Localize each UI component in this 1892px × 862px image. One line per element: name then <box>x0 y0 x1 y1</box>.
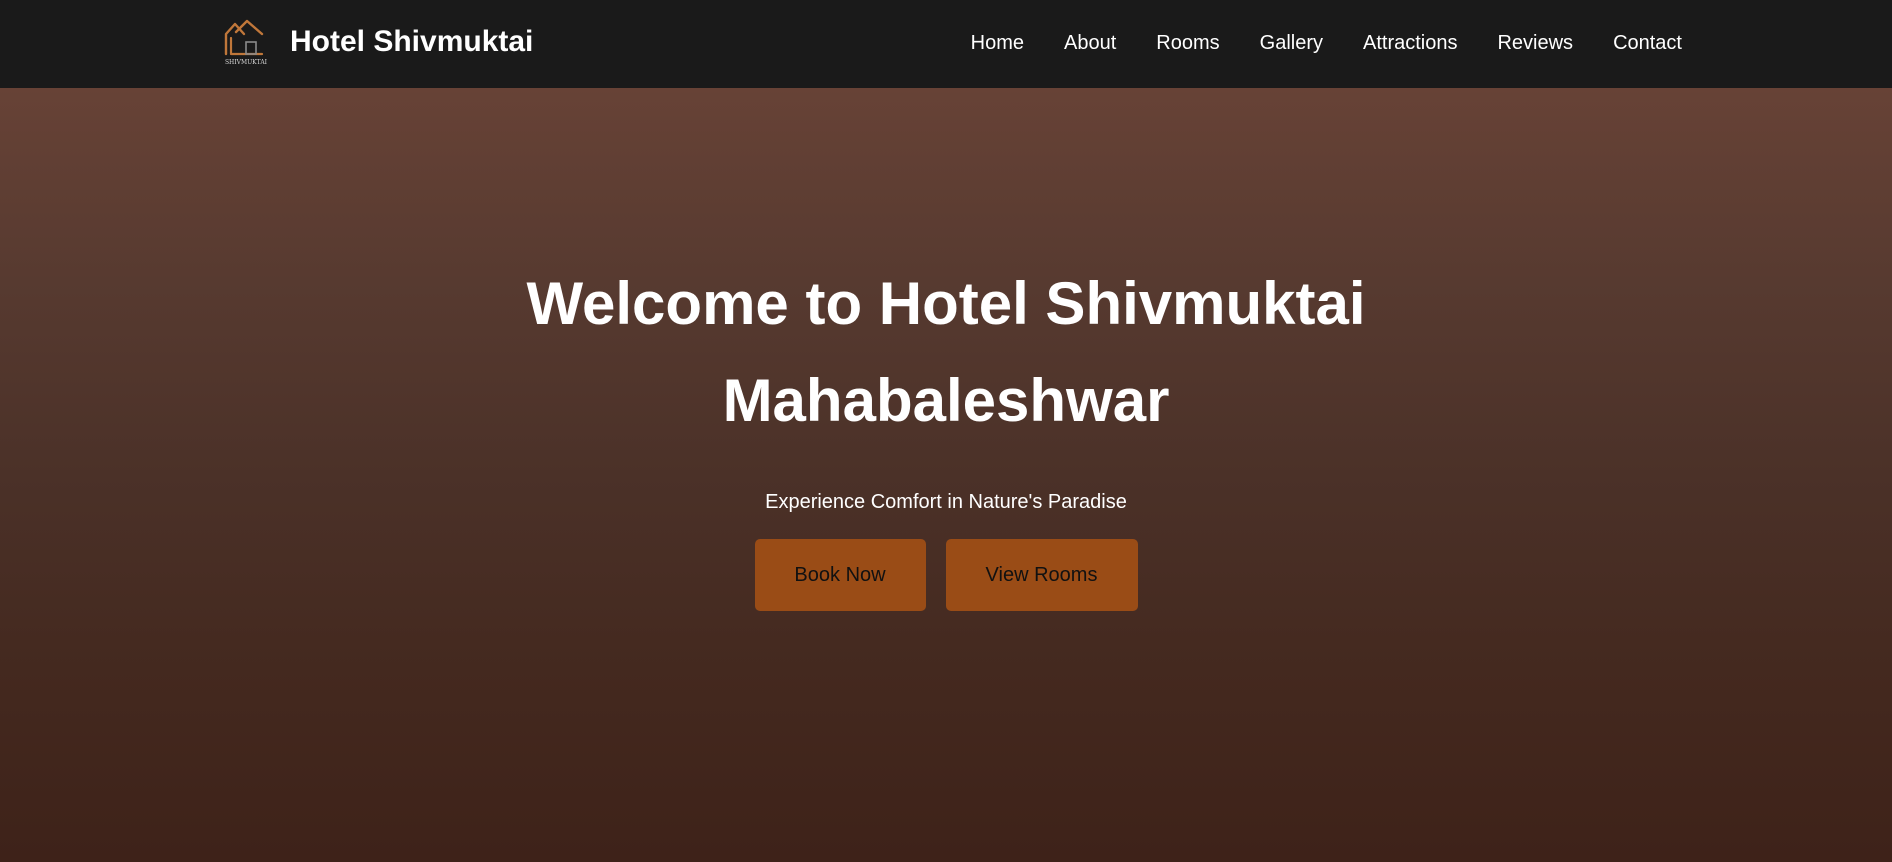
nav-link-gallery[interactable]: Gallery <box>1260 32 1323 54</box>
book-now-button[interactable]: Book Now <box>754 539 926 611</box>
navbar: SHIVMUKTAI Hotel Shivmuktai Home About R… <box>0 0 1892 88</box>
hero-section: Welcome to Hotel Shivmuktai Mahabaleshwa… <box>0 88 1892 862</box>
logo-text: SHIVMUKTAI <box>225 59 268 66</box>
nav-link-rooms[interactable]: Rooms <box>1156 32 1219 54</box>
nav-link-reviews[interactable]: Reviews <box>1497 32 1573 54</box>
hero-buttons: Book Now View Rooms <box>0 539 1892 611</box>
nav-link-attractions[interactable]: Attractions <box>1363 32 1457 54</box>
nav-link-contact[interactable]: Contact <box>1613 32 1682 54</box>
house-logo-icon: SHIVMUKTAI <box>224 19 268 66</box>
brand-name: Hotel Shivmuktai <box>290 25 534 58</box>
hero-subtitle: Experience Comfort in Nature's Paradise <box>765 491 1127 513</box>
nav-link-about[interactable]: About <box>1064 32 1116 54</box>
brand-link[interactable]: SHIVMUKTAI Hotel Shivmuktai <box>222 18 533 66</box>
hero-title: Welcome to Hotel Shivmuktai Mahabaleshwa… <box>526 270 1366 434</box>
view-rooms-button[interactable]: View Rooms <box>945 539 1138 611</box>
nav-link-home[interactable]: Home <box>971 32 1024 54</box>
nav-menu: Home About Rooms Gallery Attractions Rev… <box>971 0 1682 86</box>
